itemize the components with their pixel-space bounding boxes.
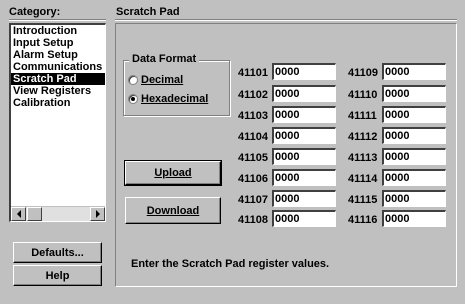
scroll-thumb[interactable] [27,207,42,221]
arrow-right-icon [95,210,100,218]
register-label: 41114 [348,173,378,185]
hexadecimal-radio[interactable] [128,94,138,104]
register-label: 41111 [348,110,377,122]
decimal-radio-option[interactable]: Decimal [128,74,183,86]
category-header-divider [9,19,106,21]
register-label: 41106 [238,173,268,185]
register-label: 41102 [238,89,268,101]
register-label: 41105 [238,152,268,164]
category-items: Introduction Input Setup Alarm Setup Commun… [11,25,105,109]
register-input[interactable] [382,127,446,144]
register-input[interactable] [272,85,336,102]
decimal-radio-label: Decimal [141,74,183,86]
register-input[interactable] [272,148,336,165]
register-input[interactable] [382,169,446,186]
register-input[interactable] [382,63,446,80]
page-title-divider [115,19,457,21]
page-title: Scratch Pad [116,6,180,18]
scroll-right-button[interactable] [90,207,105,221]
register-input[interactable] [272,106,336,123]
register-label: 41112 [348,131,378,143]
scroll-left-button[interactable] [11,207,26,221]
category-item[interactable]: Calibration [11,97,105,109]
data-format-title: Data Format [129,53,200,65]
register-label: 41109 [348,67,378,79]
hexadecimal-radio-option[interactable]: Hexadecimal [128,93,208,105]
category-item[interactable]: Alarm Setup [11,49,105,61]
decimal-radio-text: Decimal [141,74,184,86]
category-item[interactable]: Introduction [11,25,105,37]
register-input[interactable] [272,210,336,227]
category-list-scrollbar[interactable] [11,206,105,221]
help-button[interactable]: Help [13,265,102,286]
register-input[interactable] [382,106,446,123]
register-label: 41116 [348,214,378,226]
category-item[interactable]: View Registers [11,85,105,97]
register-input[interactable] [272,127,336,144]
category-header: Category: [9,6,61,18]
category-item[interactable]: Scratch Pad [11,73,105,85]
register-label: 41110 [348,89,378,101]
register-input[interactable] [382,85,446,102]
register-input[interactable] [382,190,446,207]
register-label: 41113 [348,152,378,164]
arrow-left-icon [16,210,21,218]
defaults-button[interactable]: Defaults... [13,242,102,263]
upload-button-label: Upload [154,167,192,179]
register-label: 41104 [238,131,268,143]
hexadecimal-radio-label: Hexadecimal [141,93,208,105]
register-label: 41108 [238,214,268,226]
register-input[interactable] [272,169,336,186]
download-button[interactable]: Download [125,197,221,224]
register-input[interactable] [382,148,446,165]
register-input[interactable] [382,210,446,227]
register-input[interactable] [272,63,336,80]
download-button-label: Download [146,204,200,217]
register-label: 41107 [238,194,268,206]
decimal-radio[interactable] [128,75,138,85]
status-message: Enter the Scratch Pad register values. [131,258,330,270]
data-format-group [123,60,230,116]
category-item[interactable]: Input Setup [11,37,105,49]
upload-button[interactable]: Upload [124,160,222,186]
register-label: 41101 [238,67,268,79]
register-input[interactable] [272,190,336,207]
category-list[interactable]: Introduction Input Setup Alarm Setup Commun… [9,23,106,222]
register-label: 41115 [348,194,378,206]
hexadecimal-radio-text: Hexadecimal [141,93,209,105]
register-label: 41103 [238,110,268,122]
category-item[interactable]: Communications [11,61,105,73]
